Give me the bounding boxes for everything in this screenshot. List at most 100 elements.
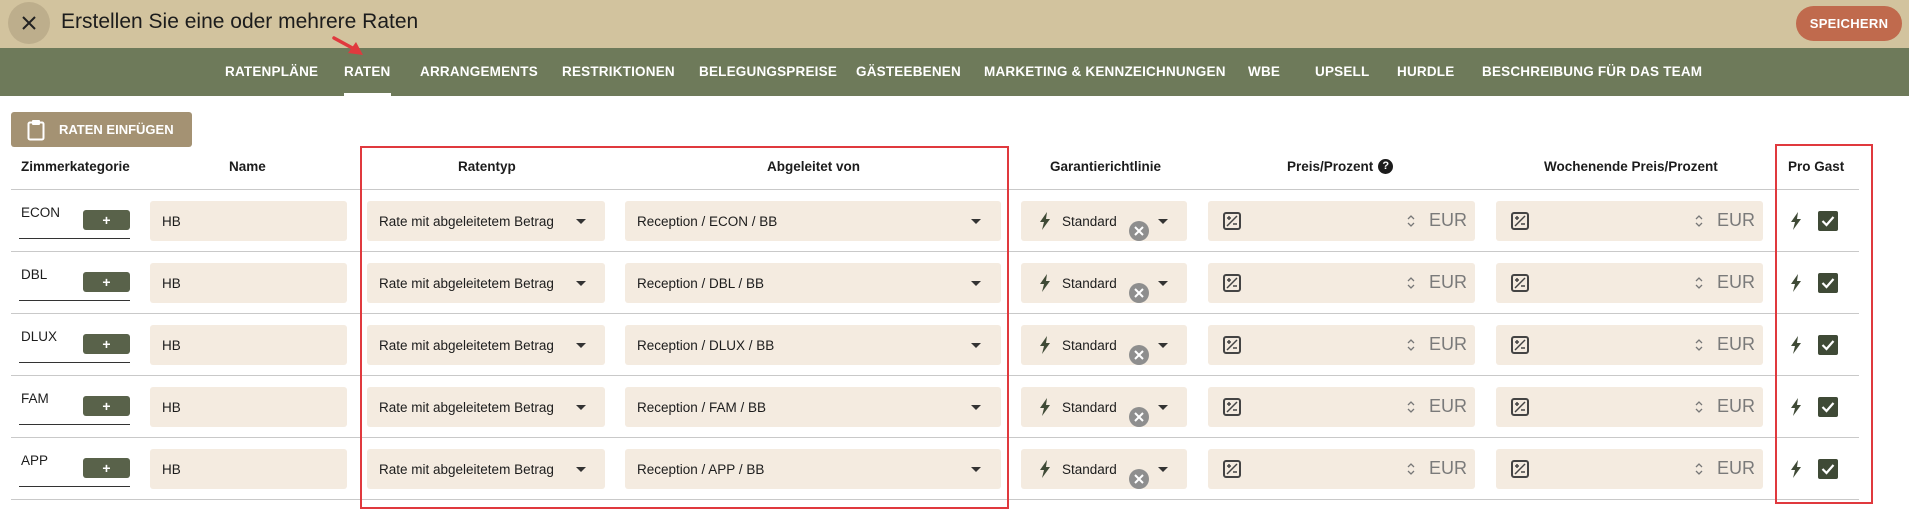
price-input[interactable]: EUR [1208,449,1475,489]
spinner-icon[interactable] [1407,275,1415,291]
room-underline [19,424,130,425]
page-title: Erstellen Sie eine oder mehrere Raten [61,10,419,33]
add-room-button[interactable]: + [83,210,130,230]
tab-bar: RATENPLÄNE RATEN ARRANGEMENTS RESTRIKTIO… [0,48,1909,96]
bolt-icon [1039,336,1051,354]
chevron-down-icon [1158,467,1168,472]
currency-label: EUR [1429,396,1468,416]
close-icon [22,16,36,30]
tab-arrangements[interactable]: ARRANGEMENTS [420,48,538,96]
room-category-label: APP [21,453,49,468]
spinner-icon[interactable] [1407,399,1415,415]
room-category-label: ECON [21,205,61,220]
highlight-box-rate-columns [360,146,1009,509]
room-underline [19,362,130,363]
bolt-icon [1039,274,1051,292]
header-guarantee: Garantierichtlinie [1050,159,1162,174]
bolt-icon [1039,212,1051,230]
price-icon [1223,398,1241,416]
price-icon [1223,212,1241,230]
currency-label: EUR [1429,334,1468,354]
name-input[interactable]: HB [150,325,347,365]
clear-icon[interactable] [1129,283,1149,303]
price-input[interactable]: EUR [1208,201,1475,241]
add-room-button[interactable]: + [83,334,130,354]
name-input[interactable]: HB [150,263,347,303]
currency-label: EUR [1717,334,1756,354]
currency-label: EUR [1717,396,1756,416]
spinner-icon[interactable] [1695,399,1703,415]
tab-hurdle[interactable]: HURDLE [1397,48,1454,96]
header-room-category: Zimmerkategorie [21,159,130,174]
tab-ratenplaene[interactable]: RATENPLÄNE [225,48,318,96]
weekend-price-input[interactable]: EUR [1496,201,1763,241]
room-underline [19,238,130,239]
tab-restriktionen[interactable]: RESTRIKTIONEN [562,48,675,96]
tab-wbe[interactable]: WBE [1248,48,1280,96]
clear-icon[interactable] [1129,345,1149,365]
spinner-icon[interactable] [1407,461,1415,477]
weekend-price-input[interactable]: EUR [1496,387,1763,427]
weekend-price-input[interactable]: EUR [1496,325,1763,365]
price-icon [1511,460,1529,478]
spinner-icon[interactable] [1407,213,1415,229]
price-icon [1223,336,1241,354]
price-icon [1511,398,1529,416]
guarantee-select[interactable]: Standard [1021,201,1187,241]
paste-rates-button[interactable]: RATEN EINFÜGEN [11,112,192,147]
currency-label: EUR [1429,458,1468,478]
bolt-icon [1039,460,1051,478]
clear-icon[interactable] [1129,469,1149,489]
bolt-icon [1039,398,1051,416]
tab-gaesteebenen[interactable]: GÄSTEEBENEN [856,48,961,96]
chevron-down-icon [1158,219,1168,224]
guarantee-select[interactable]: Standard [1021,325,1187,365]
header-weekend-price: Wochenende Preis/Prozent [1544,159,1718,174]
add-room-button[interactable]: + [83,396,130,416]
room-category-label: DBL [21,267,48,282]
annotation-arrow-icon [332,36,363,55]
price-input[interactable]: EUR [1208,325,1475,365]
guarantee-select[interactable]: Standard [1021,263,1187,303]
paste-rates-label: RATEN EINFÜGEN [59,122,174,137]
header-name: Name [229,159,266,174]
spinner-icon[interactable] [1695,213,1703,229]
add-room-button[interactable]: + [83,272,130,292]
clear-icon[interactable] [1129,221,1149,241]
weekend-price-input[interactable]: EUR [1496,263,1763,303]
close-button[interactable] [8,2,50,44]
price-icon [1511,336,1529,354]
tab-upsell[interactable]: UPSELL [1315,48,1369,96]
name-input[interactable]: HB [150,387,347,427]
clear-icon[interactable] [1129,407,1149,427]
highlight-box-per-guest [1775,144,1873,504]
tab-belegungspreise[interactable]: BELEGUNGSPREISE [699,48,837,96]
room-category-label: DLUX [21,329,58,344]
weekend-price-input[interactable]: EUR [1496,449,1763,489]
spinner-icon[interactable] [1407,337,1415,353]
spinner-icon[interactable] [1695,275,1703,291]
price-icon [1223,274,1241,292]
save-button[interactable]: SPEICHERN [1796,6,1902,41]
chevron-down-icon [1158,343,1168,348]
chevron-down-icon [1158,405,1168,410]
spinner-icon[interactable] [1695,337,1703,353]
name-input[interactable]: HB [150,449,347,489]
tab-marketing[interactable]: MARKETING & KENNZEICHNUNGEN [984,48,1226,96]
price-icon [1223,460,1241,478]
name-input[interactable]: HB [150,201,347,241]
spinner-icon[interactable] [1695,461,1703,477]
currency-label: EUR [1717,210,1756,230]
tab-beschreibung[interactable]: BESCHREIBUNG FÜR DAS TEAM [1482,48,1702,96]
guarantee-select[interactable]: Standard [1021,387,1187,427]
currency-label: EUR [1717,458,1756,478]
room-category-label: FAM [21,391,49,406]
top-bar: Erstellen Sie eine oder mehrere Raten SP… [0,0,1909,48]
clipboard-icon [27,119,45,141]
price-input[interactable]: EUR [1208,387,1475,427]
guarantee-select[interactable]: Standard [1021,449,1187,489]
price-input[interactable]: EUR [1208,263,1475,303]
room-underline [19,486,130,487]
help-icon[interactable]: ? [1378,158,1394,174]
add-room-button[interactable]: + [83,458,130,478]
